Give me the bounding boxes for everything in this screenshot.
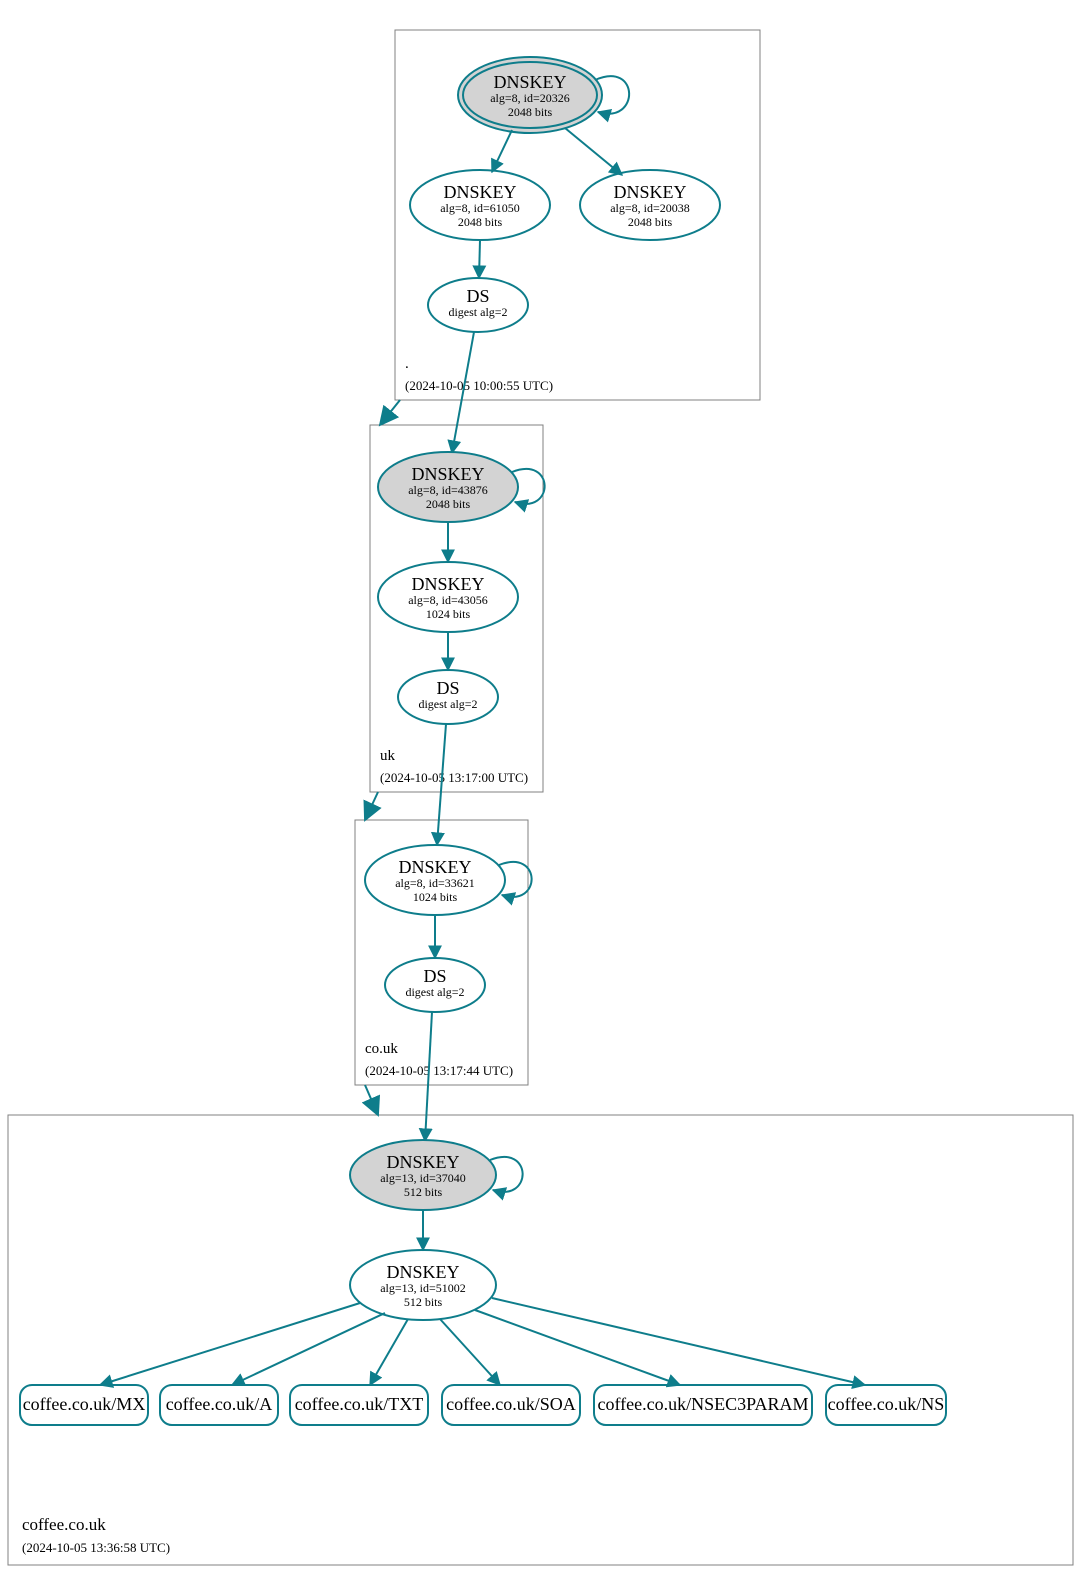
node-root-zsk1: DNSKEY alg=8, id=61050 2048 bits xyxy=(410,170,550,240)
edge-zsk-txt xyxy=(370,1319,408,1385)
zone-domain-ts: (2024-10-05 13:36:58 UTC) xyxy=(22,1540,170,1555)
zone-domain-name: coffee.co.uk xyxy=(22,1515,106,1534)
zone-uk-name: uk xyxy=(380,748,396,764)
svg-text:alg=8, id=20038: alg=8, id=20038 xyxy=(610,201,690,215)
edge-zsk-ns xyxy=(492,1298,865,1385)
zone-couk-name: co.uk xyxy=(365,1041,398,1057)
svg-text:DNSKEY: DNSKEY xyxy=(411,464,484,484)
zone-couk-ts: (2024-10-05 13:17:44 UTC) xyxy=(365,1063,513,1078)
svg-text:1024 bits: 1024 bits xyxy=(413,890,458,904)
svg-text:coffee.co.uk/SOA: coffee.co.uk/SOA xyxy=(446,1394,576,1414)
svg-text:512 bits: 512 bits xyxy=(404,1185,443,1199)
svg-text:2048 bits: 2048 bits xyxy=(458,215,503,229)
svg-text:alg=8, id=43056: alg=8, id=43056 xyxy=(408,593,488,607)
node-root-ksk: DNSKEY alg=8, id=20326 2048 bits xyxy=(458,57,602,133)
svg-text:alg=8, id=33621: alg=8, id=33621 xyxy=(395,876,475,890)
edge-zsk-soa xyxy=(440,1319,500,1385)
node-dom-zsk: DNSKEY alg=13, id=51002 512 bits xyxy=(350,1250,496,1320)
svg-text:alg=8, id=61050: alg=8, id=61050 xyxy=(440,201,520,215)
svg-text:2048 bits: 2048 bits xyxy=(426,497,471,511)
edge-deleg-root-uk xyxy=(380,400,400,425)
zone-uk-ts: (2024-10-05 13:17:00 UTC) xyxy=(380,770,528,785)
edge-deleg-uk-couk xyxy=(365,792,378,820)
svg-text:DNSKEY: DNSKEY xyxy=(386,1262,459,1282)
svg-text:coffee.co.uk/A: coffee.co.uk/A xyxy=(166,1394,273,1414)
svg-text:alg=8, id=20326: alg=8, id=20326 xyxy=(490,91,570,105)
svg-text:digest alg=2: digest alg=2 xyxy=(405,985,464,999)
svg-text:coffee.co.uk/TXT: coffee.co.uk/TXT xyxy=(295,1394,424,1414)
svg-text:DS: DS xyxy=(436,678,459,698)
svg-text:1024 bits: 1024 bits xyxy=(426,607,471,621)
svg-text:coffee.co.uk/NS: coffee.co.uk/NS xyxy=(828,1394,945,1414)
zone-root-name: . xyxy=(405,356,409,372)
svg-text:512 bits: 512 bits xyxy=(404,1295,443,1309)
rr-ns: coffee.co.uk/NS xyxy=(826,1385,946,1425)
node-dom-ksk: DNSKEY alg=13, id=37040 512 bits xyxy=(350,1140,496,1210)
svg-text:alg=13, id=37040: alg=13, id=37040 xyxy=(380,1171,466,1185)
rr-soa: coffee.co.uk/SOA xyxy=(442,1385,580,1425)
edge-zsk-a xyxy=(232,1313,385,1385)
svg-text:DNSKEY: DNSKEY xyxy=(411,574,484,594)
zone-domain: coffee.co.uk (2024-10-05 13:36:58 UTC) xyxy=(8,1115,1073,1565)
svg-text:2048 bits: 2048 bits xyxy=(628,215,673,229)
node-couk-ds: DS digest alg=2 xyxy=(385,958,485,1012)
svg-text:alg=8, id=43876: alg=8, id=43876 xyxy=(408,483,488,497)
zone-root-ts: (2024-10-05 10:00:55 UTC) xyxy=(405,378,553,393)
edge-root-ksk-zsk1 xyxy=(492,130,512,172)
svg-text:coffee.co.uk/MX: coffee.co.uk/MX xyxy=(23,1394,146,1414)
rr-mx: coffee.co.uk/MX xyxy=(20,1385,148,1425)
svg-text:digest alg=2: digest alg=2 xyxy=(448,305,507,319)
svg-text:DNSKEY: DNSKEY xyxy=(613,182,686,202)
node-uk-zsk: DNSKEY alg=8, id=43056 1024 bits xyxy=(378,562,518,632)
svg-text:DNSKEY: DNSKEY xyxy=(398,857,471,877)
svg-text:coffee.co.uk/NSEC3PARAM: coffee.co.uk/NSEC3PARAM xyxy=(598,1394,809,1414)
node-uk-ds: DS digest alg=2 xyxy=(398,670,498,724)
edge-zsk-nsec xyxy=(475,1310,680,1385)
svg-text:DS: DS xyxy=(466,286,489,306)
svg-text:DNSKEY: DNSKEY xyxy=(443,182,516,202)
node-couk-key: DNSKEY alg=8, id=33621 1024 bits xyxy=(365,845,505,915)
rr-txt: coffee.co.uk/TXT xyxy=(290,1385,428,1425)
rr-nsec: coffee.co.uk/NSEC3PARAM xyxy=(594,1385,812,1425)
node-uk-ksk: DNSKEY alg=8, id=43876 2048 bits xyxy=(378,452,518,522)
svg-text:DS: DS xyxy=(423,966,446,986)
svg-text:alg=13, id=51002: alg=13, id=51002 xyxy=(380,1281,466,1295)
node-root-ds: DS digest alg=2 xyxy=(428,278,528,332)
svg-text:DNSKEY: DNSKEY xyxy=(386,1152,459,1172)
node-root-zsk2: DNSKEY alg=8, id=20038 2048 bits xyxy=(580,170,720,240)
svg-text:DNSKEY: DNSKEY xyxy=(493,72,566,92)
dnssec-diagram: . (2024-10-05 10:00:55 UTC) DNSKEY alg=8… xyxy=(0,0,1081,1587)
edge-root-ksk-zsk2 xyxy=(565,128,622,175)
svg-text:digest alg=2: digest alg=2 xyxy=(418,697,477,711)
svg-text:2048 bits: 2048 bits xyxy=(508,105,553,119)
rr-a: coffee.co.uk/A xyxy=(160,1385,278,1425)
edge-root-zsk1-ds xyxy=(479,240,480,278)
edge-deleg-couk-dom xyxy=(365,1085,378,1115)
